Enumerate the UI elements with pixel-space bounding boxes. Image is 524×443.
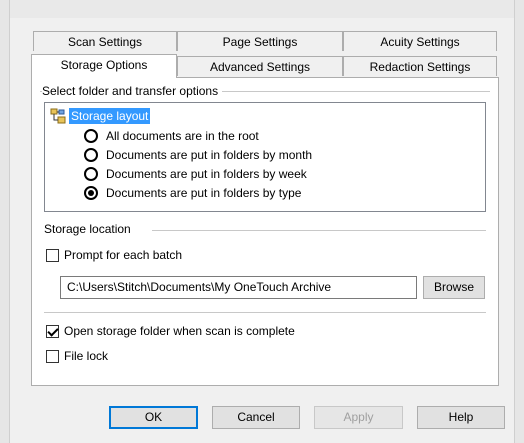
ok-button[interactable]: OK [109,406,198,429]
radio-option-month[interactable]: Documents are put in folders by month [84,146,312,164]
tab-scan-settings[interactable]: Scan Settings [33,31,177,51]
apply-button[interactable]: Apply [314,406,403,429]
storage-layout-tree[interactable]: Storage layout All documents are in the … [44,102,486,212]
tab-advanced-settings[interactable]: Advanced Settings [177,56,343,76]
open-folder-checkbox[interactable] [46,325,59,338]
storage-path-field[interactable]: C:\Users\Stitch\Documents\My OneTouch Ar… [60,276,417,299]
radio-label: All documents are in the root [106,129,259,143]
radio-option-root[interactable]: All documents are in the root [84,127,259,145]
options-divider [44,312,486,313]
radio-button[interactable] [84,129,98,143]
radio-option-week[interactable]: Documents are put in folders by week [84,165,307,183]
file-lock-label[interactable]: File lock [64,349,108,363]
window-top-edge [0,0,524,18]
radio-button[interactable] [84,167,98,181]
folder-tree-icon [50,108,66,124]
storage-location-divider [152,230,486,231]
tree-root[interactable]: Storage layout [50,108,151,124]
tab-redaction-settings[interactable]: Redaction Settings [343,56,497,76]
radio-label: Documents are put in folders by type [106,186,302,200]
prompt-batch-checkbox[interactable] [46,249,59,262]
window-left-edge [0,0,10,443]
radio-option-type[interactable]: Documents are put in folders by type [84,184,301,202]
storage-layout-label[interactable]: Storage layout [69,108,151,124]
storage-location-label: Storage location [44,222,131,236]
radio-label: Documents are put in folders by month [106,148,313,162]
window-right-edge [514,0,524,443]
tab-page-settings[interactable]: Page Settings [177,31,343,51]
radio-button[interactable] [84,148,98,162]
help-button[interactable]: Help [417,406,505,429]
file-lock-checkbox[interactable] [46,350,59,363]
open-folder-label[interactable]: Open storage folder when scan is complet… [64,324,295,338]
tab-acuity-settings[interactable]: Acuity Settings [343,31,497,51]
tab-storage-options[interactable]: Storage Options [31,54,177,78]
browse-button[interactable]: Browse [423,276,485,299]
radio-button-selected[interactable] [84,186,98,200]
cancel-button[interactable]: Cancel [212,406,300,429]
dialog-window: Scan Settings Page Settings Acuity Setti… [0,0,524,443]
radio-label: Documents are put in folders by week [106,167,307,181]
prompt-batch-label[interactable]: Prompt for each batch [64,248,182,262]
group-title: Select folder and transfer options [42,84,223,98]
